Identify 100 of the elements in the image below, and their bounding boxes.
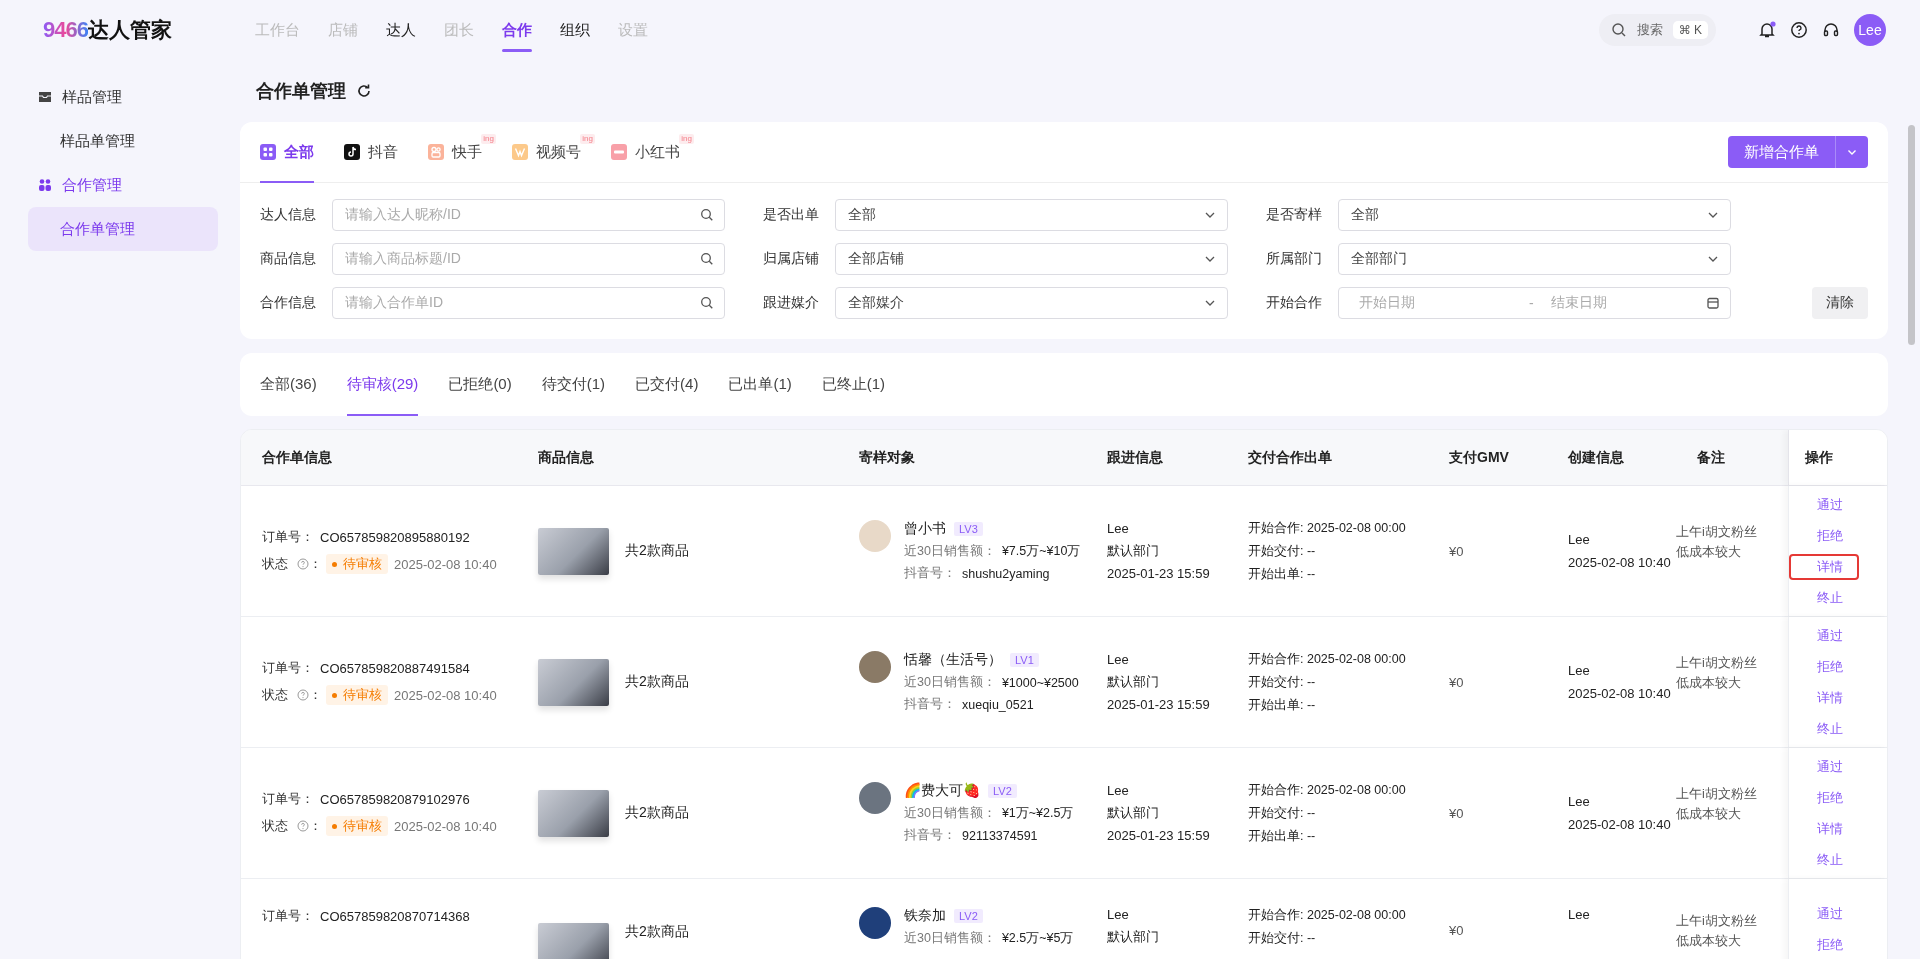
delivery-info: 开始合作: 2025-02-08 00:00 xyxy=(1248,650,1407,668)
sidebar-group[interactable]: 合作管理 xyxy=(28,163,216,207)
sidebar-item[interactable]: 样品单管理 xyxy=(28,119,218,163)
delivery-info: 开始出单: -- xyxy=(1248,827,1317,845)
account-id: shushu2yaming xyxy=(962,566,1050,581)
product-image-placeholder xyxy=(538,658,609,706)
select-field[interactable]: 全部 xyxy=(1338,199,1731,231)
field-label: 订单号： xyxy=(262,790,314,808)
product-count: 共2款商品 xyxy=(625,923,689,941)
platform-tab[interactable]: 视频号 xyxy=(512,122,581,182)
product-count: 共2款商品 xyxy=(625,542,689,560)
created-info: Lee xyxy=(1568,907,1591,922)
status-tab[interactable]: 已终止(1) xyxy=(821,353,886,416)
status-badge: ing xyxy=(481,134,496,144)
action-link[interactable]: 通过 xyxy=(1789,491,1859,518)
action-link[interactable]: 通过 xyxy=(1789,901,1859,927)
status-tab[interactable]: 全部(36) xyxy=(260,353,317,416)
action-link[interactable]: 通过 xyxy=(1789,622,1859,649)
status-tab[interactable]: 待审核(29) xyxy=(346,353,419,416)
select-field[interactable]: 全部部门 xyxy=(1338,243,1731,275)
column-header: 跟进信息 xyxy=(1107,448,1163,467)
created-info: Lee xyxy=(1568,663,1591,678)
filter-label: 所属部门 xyxy=(1266,250,1323,268)
status-tab[interactable]: 已拒绝(0) xyxy=(448,353,512,416)
field-label: 抖音号： xyxy=(904,827,956,844)
page-title: 合作单管理 xyxy=(256,80,346,103)
delivery-info: 开始合作: 2025-02-08 00:00 xyxy=(1248,907,1407,924)
delivery-info: 开始出单: -- xyxy=(1248,565,1317,583)
action-link[interactable]: 拒绝 xyxy=(1789,522,1859,549)
music-note-icon xyxy=(344,144,360,160)
action-link[interactable]: 终止 xyxy=(1789,584,1859,611)
order-number: CO657859820879102976 xyxy=(320,791,470,807)
column-header: 合作单信息 xyxy=(262,448,332,467)
status-tag: 待审核 xyxy=(326,685,388,705)
avatar-placeholder xyxy=(859,520,891,552)
field-label: 近30日销售额： xyxy=(904,930,996,947)
platform-tab[interactable]: 小红书 xyxy=(611,122,680,182)
action-link[interactable]: 终止 xyxy=(1789,715,1859,742)
select-field[interactable]: 全部店铺 xyxy=(835,243,1228,275)
status-time: 2025-02-08 10:40 xyxy=(394,687,497,703)
action-link[interactable]: 详情 xyxy=(1789,815,1859,842)
sidebar-group[interactable]: 样品管理 xyxy=(28,75,216,119)
platform-tab[interactable]: 全部 xyxy=(260,122,314,182)
field-label: 近30日销售额： xyxy=(904,543,996,560)
filter-label: 合作信息 xyxy=(260,294,317,312)
search-icon xyxy=(700,208,714,222)
help-icon[interactable] xyxy=(1790,21,1808,39)
platform-tab[interactable]: 快手 xyxy=(428,122,482,182)
action-link[interactable]: 拒绝 xyxy=(1789,653,1859,680)
follow-info: Lee xyxy=(1107,907,1130,922)
created-info: Lee xyxy=(1568,532,1591,547)
search-field[interactable]: 搜索 ⌘ K xyxy=(1598,14,1716,46)
notification-bell-icon[interactable] xyxy=(1758,21,1776,39)
refresh-icon[interactable] xyxy=(356,83,372,99)
created-info: 2025-02-08 10:40 xyxy=(1568,686,1672,701)
avatar-placeholder xyxy=(859,907,891,939)
sales-range: ¥1万~¥2.5万 xyxy=(1001,805,1074,822)
tray-icon xyxy=(38,90,52,104)
status-tag: 待审核 xyxy=(326,554,388,574)
platform-tab[interactable]: 抖音 xyxy=(344,122,398,182)
action-link[interactable]: 详情 xyxy=(1789,553,1859,580)
action-link[interactable]: 拒绝 xyxy=(1789,784,1859,811)
status-tab[interactable]: 待交付(1) xyxy=(541,353,606,416)
action-link[interactable]: 拒绝 xyxy=(1789,932,1859,958)
gmv-value: ¥0 xyxy=(1449,923,1465,938)
status-badge: ing xyxy=(580,134,595,144)
product-image-placeholder xyxy=(538,923,609,959)
field-label: 订单号： xyxy=(262,659,314,677)
nav-tab[interactable]: 组织 xyxy=(560,0,590,60)
action-link[interactable]: 通过 xyxy=(1789,753,1859,780)
headset-icon[interactable] xyxy=(1822,21,1840,39)
influencer-name: 恬馨（生活号） xyxy=(904,651,1002,669)
follow-info: 默认部门 xyxy=(1107,928,1160,946)
nav-tab[interactable]: 达人 xyxy=(386,0,416,60)
sidebar-item[interactable]: 合作单管理 xyxy=(28,207,218,251)
follow-info: 2025-01-23 15:59 xyxy=(1107,566,1211,581)
select-field[interactable]: 全部 xyxy=(835,199,1228,231)
camera-icon xyxy=(428,144,444,160)
clear-button[interactable]: 清除 xyxy=(1812,287,1868,319)
select-field[interactable]: 全部媒介 xyxy=(835,287,1228,319)
field-label: 近30日销售额： xyxy=(904,674,996,691)
filter-label: 商品信息 xyxy=(260,250,317,268)
avatar-placeholder xyxy=(859,782,891,814)
column-header: 操作 xyxy=(1805,448,1833,467)
action-link[interactable]: 终止 xyxy=(1789,846,1859,873)
nav-tab[interactable]: 合作 xyxy=(502,0,532,60)
status-tab[interactable]: 已出单(1) xyxy=(728,353,792,416)
follow-info: 2025-01-23 15:59 xyxy=(1107,697,1211,712)
action-link[interactable]: 详情 xyxy=(1789,684,1859,711)
status-tab[interactable]: 已交付(4) xyxy=(635,353,699,416)
new-order-button[interactable]: 新增合作单 xyxy=(1728,136,1836,168)
influencer-name: 铁奈加 xyxy=(904,907,946,925)
user-avatar[interactable]: Lee xyxy=(1854,14,1886,46)
sales-range: ¥1000~¥2500 xyxy=(1001,675,1079,690)
gmv-value: ¥0 xyxy=(1449,805,1465,821)
search-icon xyxy=(700,252,714,266)
column-header: 交付合作出单 xyxy=(1248,448,1332,467)
filter-label: 达人信息 xyxy=(260,206,317,224)
scrollbar[interactable] xyxy=(1908,125,1915,345)
created-info: Lee xyxy=(1568,794,1591,809)
